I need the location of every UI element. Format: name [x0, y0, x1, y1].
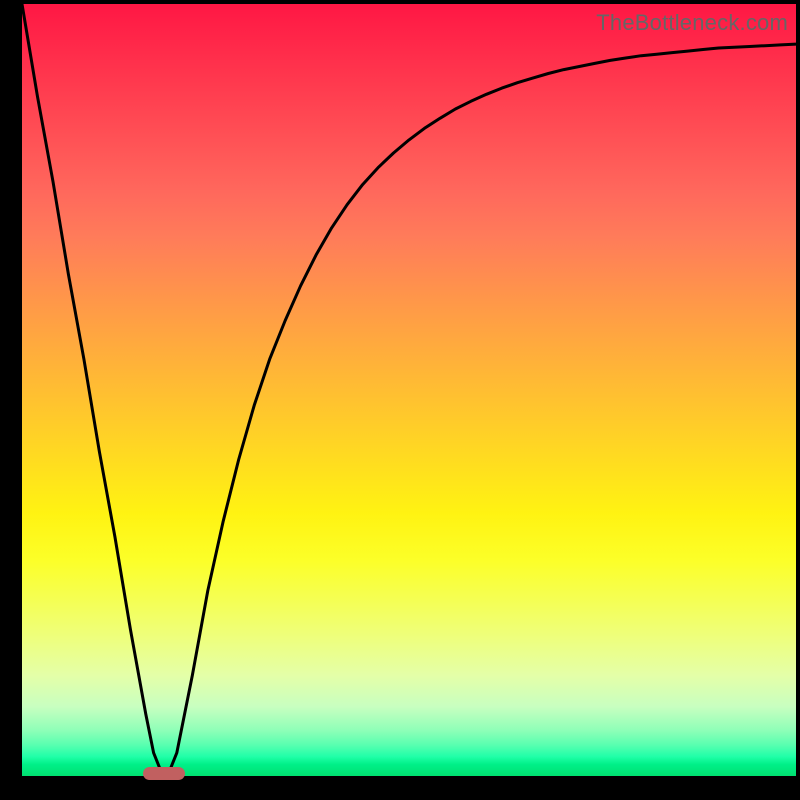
minimum-marker: [143, 767, 185, 780]
bottleneck-curve: [22, 4, 796, 776]
chart-frame: TheBottleneck.com: [22, 4, 796, 776]
